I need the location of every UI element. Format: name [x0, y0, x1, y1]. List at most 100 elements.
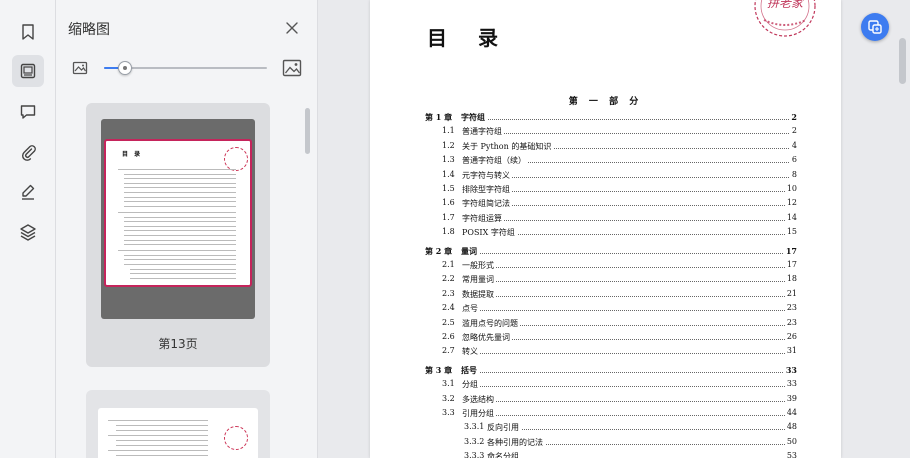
zoom-out-image-icon[interactable] — [72, 60, 88, 76]
thumbnail-line — [130, 277, 236, 279]
toc-entry-title: 转义 — [462, 346, 480, 358]
thumbnail-line — [124, 187, 236, 189]
thumbnail-line — [124, 259, 236, 261]
toc-entry-page: 4 — [789, 140, 797, 150]
comment-icon — [20, 105, 36, 119]
toc-entry-leader — [462, 295, 793, 297]
toc-entry[interactable]: 第 2 章量词 17 — [370, 245, 841, 258]
toc-entry-number: 2.6 — [442, 332, 455, 341]
toc-entry[interactable]: 第 1 章字符组 2 — [370, 112, 841, 124]
toc-entry-number: 1.3 — [442, 155, 455, 165]
thumbnail-line — [118, 250, 236, 252]
toc-entry-number: 3.3 — [442, 408, 455, 417]
bookmark-icon — [22, 24, 34, 40]
toc-entry[interactable]: 第 3 章括号 33 — [370, 364, 841, 377]
thumbnail-line — [108, 450, 208, 451]
toc-entry-title: 一般形式 — [462, 260, 496, 271]
signature-button[interactable] — [12, 176, 44, 208]
thumbnail-next-stamp — [224, 426, 248, 450]
toc-entry-title: 多选结构 — [462, 393, 496, 405]
floating-tool-button[interactable] — [861, 13, 889, 41]
thumbnail-line — [124, 244, 236, 246]
thumbnail-line — [124, 205, 236, 207]
part-title: 第 一 部 分 — [568, 97, 643, 107]
toc-entry-title: 字符组简记法 — [462, 198, 512, 210]
layers-button[interactable] — [12, 216, 44, 248]
toc-entry-title: 普通字符组（续） — [462, 155, 528, 167]
toc-entry[interactable]: 1.8 POSIX 字符组 15 — [370, 227, 841, 239]
toc-entry-number: 3.3.3 — [464, 451, 485, 458]
page-heading: 目 录 — [427, 26, 510, 50]
thumbnail-line — [118, 211, 236, 213]
toc-entry[interactable]: 3.3.3 命名分组 53 — [370, 451, 841, 458]
document-scrollbar[interactable] — [899, 38, 906, 84]
toc-entry-page: 39 — [784, 393, 797, 403]
toc-entry[interactable]: 1.1 普通字符组 2 — [370, 126, 841, 138]
toc-entry[interactable]: 2.6 忽略优先量词 26 — [370, 332, 841, 344]
toc-entry[interactable]: 2.4 点号 23 — [370, 303, 841, 315]
toc-entry-page: 2 — [789, 112, 797, 122]
toc-entry[interactable]: 2.7 转义 31 — [370, 346, 841, 358]
toc-entry[interactable]: 1.5 排除型字符组 10 — [370, 184, 841, 196]
thumbnail-button[interactable] — [12, 55, 44, 87]
comment-button[interactable] — [12, 96, 44, 128]
toc-entry[interactable]: 3.2 多选结构 39 — [370, 393, 841, 406]
toc-entry-leader — [462, 353, 793, 355]
document-page: 目 录 拼老家 第 一 部 分 第 1 章字符组 2 1.1 普通字符组 2 1.2 关于 … — [370, 0, 841, 458]
toc-entry-title: 量词 — [461, 245, 479, 257]
toc-entry-leader — [462, 386, 793, 388]
toc-entry[interactable]: 3.3.2 各种引用的记法 50 — [370, 436, 841, 449]
toc-entry-number: 2.2 — [442, 274, 455, 284]
toc-entry-title: 数据提取 — [462, 288, 496, 300]
toc-entry[interactable]: 3.3 引用分组 44 — [370, 408, 841, 420]
thumbnail-line — [116, 455, 208, 456]
toc-entry[interactable]: 2.1 一般形式 17 — [370, 260, 841, 272]
toc-entry-page: 44 — [784, 408, 797, 417]
toc-entry-number: 2.4 — [442, 303, 455, 313]
thumbnail-scrollbar[interactable] — [305, 108, 310, 154]
zoom-slider[interactable] — [104, 61, 267, 75]
toc-entry-leader — [462, 267, 793, 268]
close-panel-button[interactable] — [282, 18, 302, 38]
toc-entry-leader — [487, 429, 793, 431]
thumbnail-item-current[interactable]: 目 录 第13页 — [86, 103, 270, 367]
toc-entry-title: 分组 — [462, 379, 480, 391]
thumbnail-line — [124, 178, 236, 180]
bookmark-button[interactable] — [12, 16, 44, 48]
thumbnail-line — [124, 173, 236, 175]
toc-entry-title: 忽略优先量词 — [462, 332, 512, 343]
toc-entry-number: 1.5 — [442, 184, 455, 193]
toc-entry[interactable]: 3.3.1 反向引用 48 — [370, 422, 841, 434]
toc-entry-leader — [462, 310, 793, 312]
toc-entry[interactable]: 2.5 滥用点号的问题 23 — [370, 317, 841, 330]
zoom-slider-handle[interactable] — [118, 61, 132, 75]
toc-entry-number: 1.8 — [442, 227, 455, 237]
toc-entry-number: 2.7 — [442, 346, 455, 356]
toc-entry-page: 17 — [783, 245, 797, 256]
toc-entry[interactable]: 1.3 普通字符组（续） 6 — [370, 155, 841, 167]
thumbnail-line — [124, 230, 236, 232]
thumbnail-line — [124, 216, 236, 218]
zoom-in-image-icon[interactable] — [282, 58, 302, 78]
toc-entry-page: 50 — [784, 436, 797, 446]
toc-entry-leader — [461, 252, 793, 254]
toc-entry[interactable]: 1.7 字符组运算 14 — [370, 212, 841, 225]
toc-entry-number: 第 2 章 — [425, 245, 453, 256]
toc-entry-page: 14 — [784, 212, 797, 222]
thumbnail-item-next[interactable] — [86, 390, 270, 458]
toc-entry[interactable]: 1.4 元字符与转义 8 — [370, 169, 841, 182]
toc-entry-page: 21 — [784, 288, 797, 298]
toc-entry-title: 反向引用 — [487, 422, 521, 434]
toc-entry-page: 33 — [784, 379, 797, 389]
attachment-button[interactable] — [12, 136, 44, 168]
toc-entry[interactable]: 3.1 分组 33 — [370, 379, 841, 391]
toc-entry-number: 3.2 — [442, 393, 455, 403]
publisher-stamp: 拼老家 — [754, 0, 816, 37]
thumbnail-line — [124, 182, 236, 184]
toc-entry[interactable]: 2.2 常用量词 18 — [370, 274, 841, 286]
toc-entry-title: 各种引用的记法 — [487, 436, 545, 448]
toc-entry[interactable]: 1.2 关于 Python 的基础知识 4 — [370, 140, 841, 153]
toc-entry[interactable]: 2.3 数据提取 21 — [370, 288, 841, 301]
toc-entry-number: 1.7 — [442, 212, 455, 222]
toc-entry[interactable]: 1.6 字符组简记法 12 — [370, 198, 841, 210]
